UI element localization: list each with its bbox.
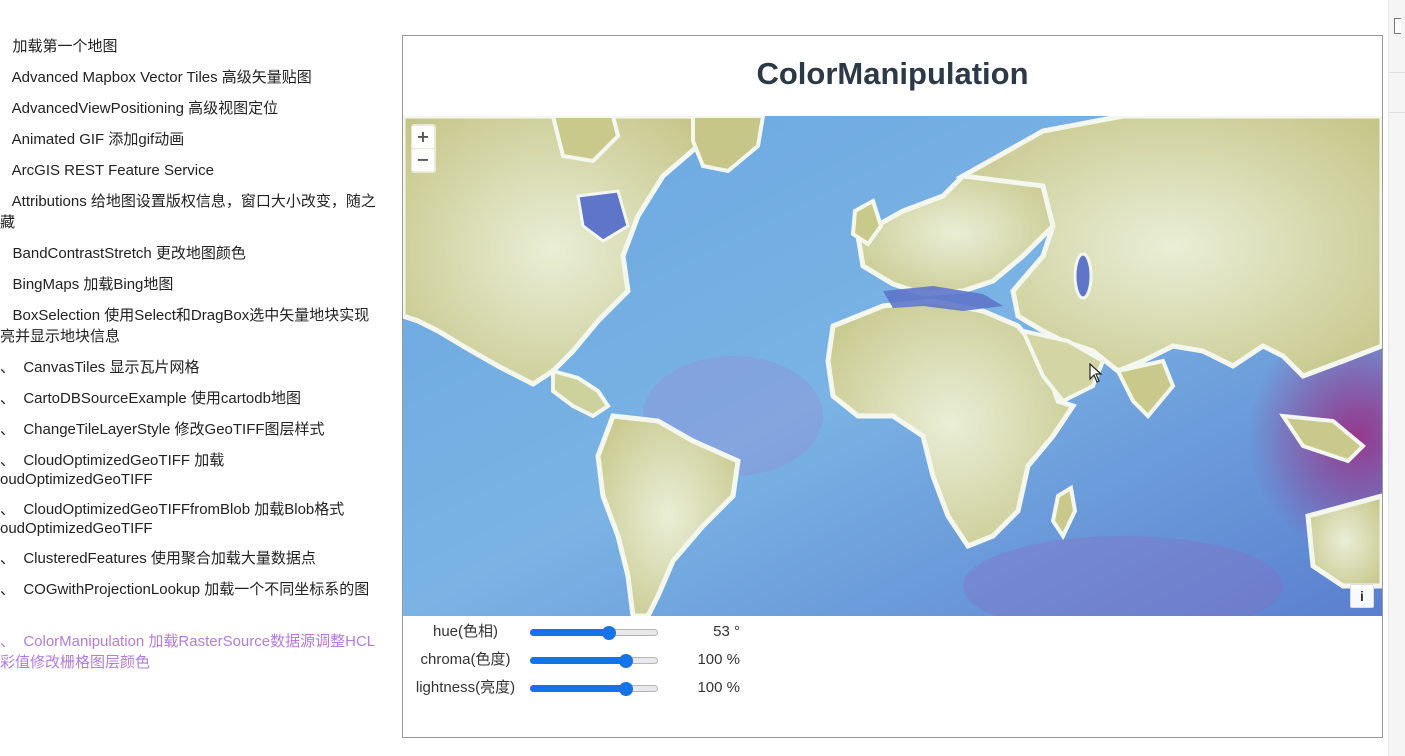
nav-link[interactable]: Attributions 给地图设置版权信息，窗口大小改变，随之 [0, 193, 400, 211]
control-slider[interactable] [530, 654, 658, 668]
nav-link[interactable]: ArcGIS REST Feature Service [0, 162, 400, 180]
nav-link[interactable]: Animated GIF 添加gif动画 [0, 131, 400, 149]
sidebar-nav: 加载第一个地图 Advanced Mapbox Vector Tiles 高级矢… [0, 0, 402, 756]
control-label: lightness(亮度) [415, 679, 516, 696]
control-slider[interactable] [530, 682, 658, 696]
nav-link[interactable]: 、 CloudOptimizedGeoTIFFfromBlob 加载Blob格式 [0, 501, 400, 519]
slider-fill [530, 657, 626, 664]
slider-thumb[interactable] [619, 654, 633, 668]
divider [1389, 112, 1405, 113]
nav-link[interactable]: 藏 [0, 214, 400, 232]
nav-link[interactable]: Advanced Mapbox Vector Tiles 高级矢量贴图 [0, 69, 400, 87]
mouse-cursor-icon [1089, 363, 1103, 383]
zoom-out-button[interactable]: − [412, 149, 434, 171]
slider-thumb[interactable] [602, 626, 617, 640]
nav-link[interactable]: AdvancedViewPositioning 高级视图定位 [0, 100, 400, 118]
nav-link[interactable]: 亮并显示地块信息 [0, 328, 400, 346]
control-label: hue(色相) [432, 623, 499, 640]
nav-link[interactable]: 、 COGwithProjectionLookup 加载一个不同坐标系的图 [0, 581, 400, 599]
nav-link[interactable]: 、 CanvasTiles 显示瓦片网格 [0, 359, 400, 377]
control-value: 53 ° [713, 623, 740, 640]
map-view[interactable]: + − i [403, 116, 1382, 616]
zoom-in-button[interactable]: + [412, 126, 434, 148]
zoom-control: + − [411, 124, 436, 173]
nav-link[interactable]: 、 CloudOptimizedGeoTIFF 加载 [0, 452, 400, 470]
control-slider[interactable] [530, 626, 658, 640]
nav-link[interactable]: BandContrastStretch 更改地图颜色 [0, 245, 400, 263]
page-title: ColorManipulation [756, 56, 1029, 91]
world-map[interactable] [403, 116, 1382, 616]
control-row: hue(色相) 53 ° [403, 618, 803, 646]
nav-link[interactable]: 、 CartoDBSourceExample 使用cartodb地图 [0, 390, 400, 408]
control-row: lightness(亮度) 100 % [403, 674, 803, 702]
slider-thumb[interactable] [619, 682, 633, 696]
control-value: 100 % [697, 651, 740, 668]
control-label: chroma(色度) [420, 651, 511, 668]
nav-link-active[interactable]: 、 ColorManipulation 加载RasterSource数据源调整H… [0, 633, 400, 651]
nav-link[interactable]: 、 ChangeTileLayerStyle 修改GeoTIFF图层样式 [0, 421, 400, 439]
control-value: 100 % [697, 679, 740, 696]
nav-link[interactable]: BingMaps 加载Bing地图 [0, 276, 400, 294]
page-scrollbar[interactable] [1388, 0, 1405, 756]
nav-link[interactable]: BoxSelection 使用Select和DragBox选中矢量地块实现 [0, 307, 400, 325]
nav-link[interactable]: oudOptimizedGeoTIFF [0, 520, 400, 538]
slider-fill [530, 685, 626, 692]
control-row: chroma(色度) 100 % [403, 646, 803, 674]
demo-frame: ColorManipulation + − i hue(色相) 53 ° chr… [402, 35, 1383, 738]
nav-link[interactable]: oudOptimizedGeoTIFF [0, 471, 400, 489]
attribution-button[interactable]: i [1350, 584, 1374, 608]
nav-link-active[interactable]: 彩值修改栅格图层颜色 [0, 654, 400, 672]
scroll-marker [1394, 18, 1401, 34]
slider-fill [530, 629, 610, 636]
nav-link[interactable]: 加载第一个地图 [0, 38, 400, 56]
nav-link[interactable]: 、 ClusteredFeatures 使用聚合加载大量数据点 [0, 550, 400, 568]
divider [1389, 72, 1405, 73]
caspian-sea [1073, 252, 1093, 300]
